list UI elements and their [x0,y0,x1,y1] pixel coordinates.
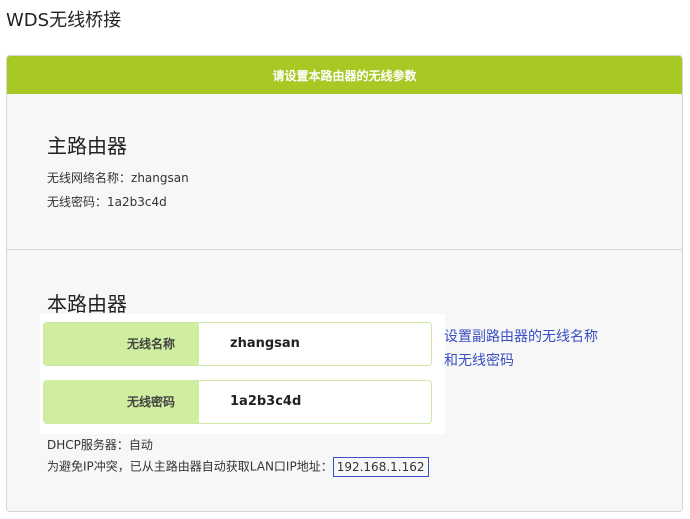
main-router-section: 主路由器 无线网络名称：zhangsan 无线密码：1a2b3c4d [7,94,682,250]
local-router-heading: 本路由器 [47,292,127,316]
local-ssid-field[interactable]: 无线名称 zhangsan [43,322,432,366]
local-password-input[interactable]: 1a2b3c4d [230,381,301,423]
main-router-password-row: 无线密码：1a2b3c4d [47,193,167,210]
panel-header: 请设置本路由器的无线参数 [7,56,682,94]
local-password-field[interactable]: 无线密码 1a2b3c4d [43,380,432,424]
local-ssid-input[interactable]: zhangsan [230,323,300,365]
dhcp-value: 自动 [128,438,153,452]
main-router-ssid-label: 无线网络名称： [47,171,132,185]
page-title: WDS无线桥接 [6,10,122,31]
dhcp-row: DHCP服务器：自动 [47,436,153,453]
local-password-label: 无线密码 [44,381,199,423]
lan-ip-row: 为避免IP冲突，已从主路由器自动获取LAN口IP地址： 192.168.1.162 [47,457,429,477]
main-router-ssid-value: zhangsan [131,171,189,185]
main-router-password-label: 无线密码： [47,195,108,209]
main-router-ssid-row: 无线网络名称：zhangsan [47,169,189,186]
main-router-heading: 主路由器 [47,134,127,158]
local-router-section: 本路由器 无线名称 zhangsan 无线密码 1a2b3c4d 设置副路由器的… [7,250,682,511]
lan-ip-label: 为避免IP冲突，已从主路由器自动获取LAN口IP地址： [47,459,333,474]
local-router-hint: 设置副路由器的无线名称和无线密码 [444,329,598,369]
dhcp-label: DHCP服务器： [47,438,129,452]
main-router-password-value: 1a2b3c4d [107,195,167,209]
local-ssid-label: 无线名称 [44,323,199,365]
wds-settings-panel: 请设置本路由器的无线参数 主路由器 无线网络名称：zhangsan 无线密码：1… [6,55,683,512]
lan-ip-value: 192.168.1.162 [332,457,429,477]
